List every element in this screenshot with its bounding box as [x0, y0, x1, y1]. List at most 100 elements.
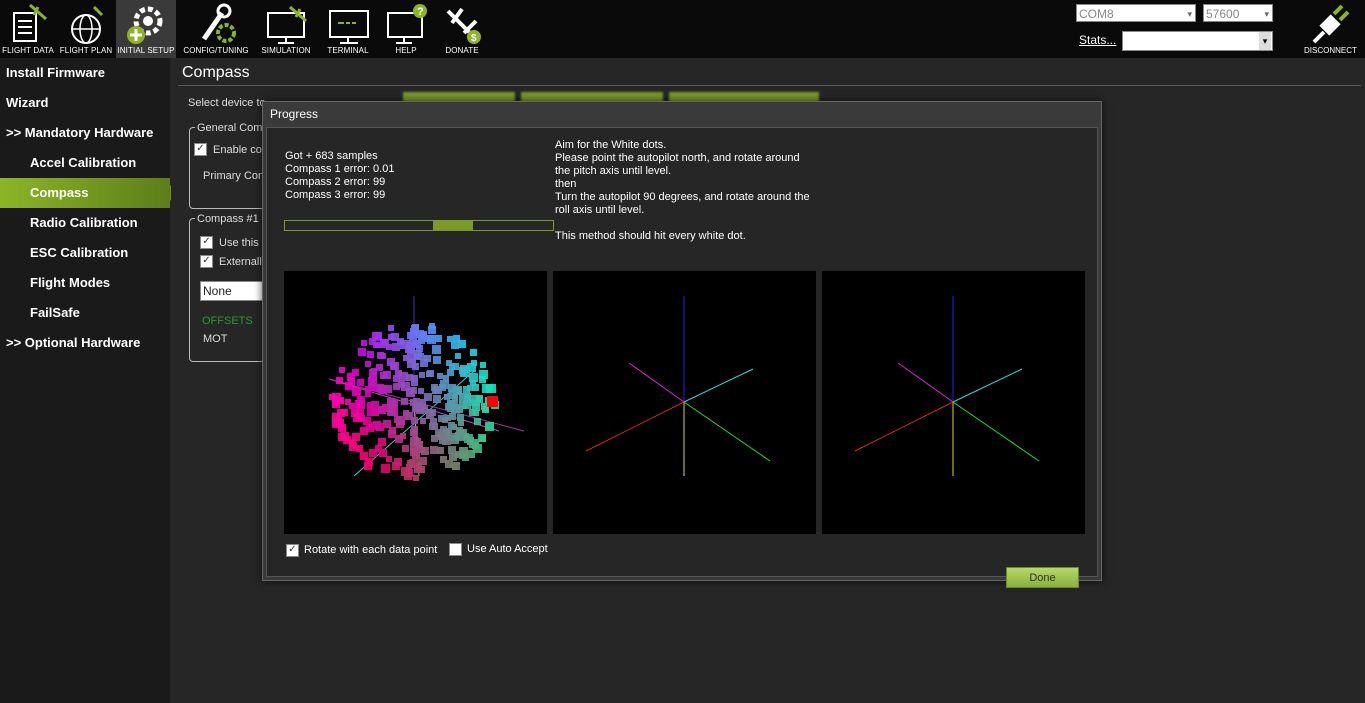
- sidebar-item-accel-calibration[interactable]: Accel Calibration: [0, 148, 170, 178]
- nav-initial-setup[interactable]: INITIAL SETUP: [116, 0, 176, 58]
- sample-point: [329, 394, 335, 400]
- sample-point: [458, 420, 464, 426]
- sample-point: [360, 452, 368, 460]
- sidebar-item-esc-calibration[interactable]: ESC Calibration: [0, 238, 170, 268]
- stats-line: Got + 683 samples: [285, 150, 378, 162]
- instruction-line: Aim for the White dots.: [555, 139, 667, 151]
- disconnect-button[interactable]: [1310, 4, 1360, 46]
- nav-donate[interactable]: $ DONATE: [434, 0, 490, 58]
- sample-point: [336, 377, 343, 384]
- monitor-plane-icon: [267, 5, 307, 44]
- nav-config-tuning[interactable]: CONFIG/TUNING: [183, 0, 249, 58]
- sample-point: [388, 325, 394, 331]
- group-title: General Comp: [195, 122, 271, 134]
- nav-label: DONATE: [445, 46, 479, 55]
- sample-point: [430, 446, 438, 454]
- select-device-label: Select device to: [188, 97, 266, 109]
- compass-plot-axes-1: [553, 271, 816, 534]
- nav-label: CONFIG/TUNING: [183, 46, 249, 55]
- sample-point: [373, 342, 379, 348]
- disconnect-label: DISCONNECT: [1304, 46, 1357, 55]
- sample-point: [391, 362, 399, 370]
- sample-point: [458, 340, 466, 348]
- rotate-checkbox[interactable]: ✓: [286, 544, 299, 557]
- dialog-title: Progress: [270, 107, 319, 121]
- sample-point: [486, 384, 493, 391]
- sample-point: [479, 435, 486, 442]
- globe-icon: [71, 5, 104, 44]
- sample-point: [412, 363, 419, 370]
- sample-point: [339, 367, 345, 373]
- instruction-line: the pitch axis until level.: [555, 165, 672, 177]
- sidebar-item-compass[interactable]: Compass: [0, 178, 178, 208]
- nav-terminal[interactable]: TERMINAL: [320, 0, 376, 58]
- enable-checkbox[interactable]: ✓: [194, 143, 207, 156]
- instruction-line: [555, 217, 810, 230]
- sample-point: [383, 420, 391, 428]
- use-this-label: Use this: [219, 237, 259, 249]
- sample-point: [358, 348, 366, 356]
- sample-point: [462, 454, 469, 461]
- externally-checkbox[interactable]: ✓: [200, 255, 213, 268]
- auto-accept-checkbox[interactable]: [449, 543, 462, 556]
- sidebar-item-wizard[interactable]: Wizard: [0, 88, 170, 118]
- sidebar-item-mandatory-hardware[interactable]: >> Mandatory Hardware: [0, 118, 170, 148]
- sample-point: [413, 475, 419, 481]
- sample-point: [414, 350, 422, 358]
- sample-point: [361, 340, 367, 346]
- sidebar-item-optional-hardware[interactable]: >> Optional Hardware: [0, 328, 170, 358]
- plug-icon: [1312, 4, 1350, 44]
- sample-point: [386, 456, 392, 462]
- sample-point: [367, 402, 373, 408]
- sidebar-item-failsafe[interactable]: FailSafe: [0, 298, 170, 328]
- svg-text:?: ?: [417, 6, 424, 18]
- orientation-select[interactable]: None: [200, 281, 270, 301]
- sample-point: [426, 411, 434, 419]
- sample-point: [356, 445, 363, 452]
- sample-point: [389, 407, 398, 416]
- externally-label: Externally: [219, 256, 268, 268]
- port-select[interactable]: COM8 ▾: [1076, 4, 1196, 22]
- sample-point: [409, 459, 418, 468]
- nav-flight-plan[interactable]: FLIGHT PLAN: [58, 0, 114, 58]
- sample-point: [334, 418, 342, 426]
- nav-simulation[interactable]: SIMULATION: [258, 0, 314, 58]
- stats-link[interactable]: Stats...: [1079, 33, 1116, 47]
- use-this-checkbox[interactable]: ✓: [200, 236, 213, 249]
- sample-point: [465, 393, 471, 399]
- primary-compass-label: Primary Com: [203, 170, 268, 182]
- axes-plot: [585, 296, 771, 476]
- stats-line: Compass 3 error: 99: [285, 189, 386, 201]
- sample-point: [394, 416, 401, 423]
- sample-point: [452, 462, 460, 470]
- sample-point: [375, 445, 382, 452]
- sample-point: [352, 387, 361, 396]
- sample-point: [378, 406, 386, 414]
- terminal-icon: [329, 10, 369, 44]
- sample-point: [447, 369, 454, 376]
- offsets-label: OFFSETS: [202, 315, 253, 327]
- sample-point: [418, 405, 425, 412]
- sample-point: [435, 429, 443, 437]
- nav-flight-data[interactable]: FLIGHT DATA: [0, 0, 56, 58]
- rotate-label: Rotate with each data point: [304, 544, 438, 556]
- sample-point: [480, 362, 486, 368]
- sidebar-item-install-firmware[interactable]: Install Firmware: [0, 58, 170, 88]
- axes-plot: [854, 296, 1040, 476]
- sidebar-item-flight-modes[interactable]: Flight Modes: [0, 268, 170, 298]
- page-title: Compass: [182, 64, 250, 81]
- sample-point: [451, 404, 460, 413]
- donate-icon: $: [446, 7, 481, 44]
- sample-point: [429, 323, 435, 329]
- sample-point: [391, 333, 399, 341]
- stats-select[interactable]: ▾: [1122, 31, 1273, 51]
- sample-point: [474, 418, 481, 425]
- sample-point: [463, 386, 470, 393]
- done-button[interactable]: Done: [1006, 567, 1079, 588]
- sidebar-item-label: Compass: [30, 185, 89, 200]
- sample-point: [372, 409, 379, 416]
- calibration-instructions: Aim for the White dots. Please point the…: [555, 139, 810, 243]
- baud-select[interactable]: 57600 ▾: [1203, 4, 1273, 22]
- sample-point: [455, 432, 464, 441]
- sidebar-item-radio-calibration[interactable]: Radio Calibration: [0, 208, 170, 238]
